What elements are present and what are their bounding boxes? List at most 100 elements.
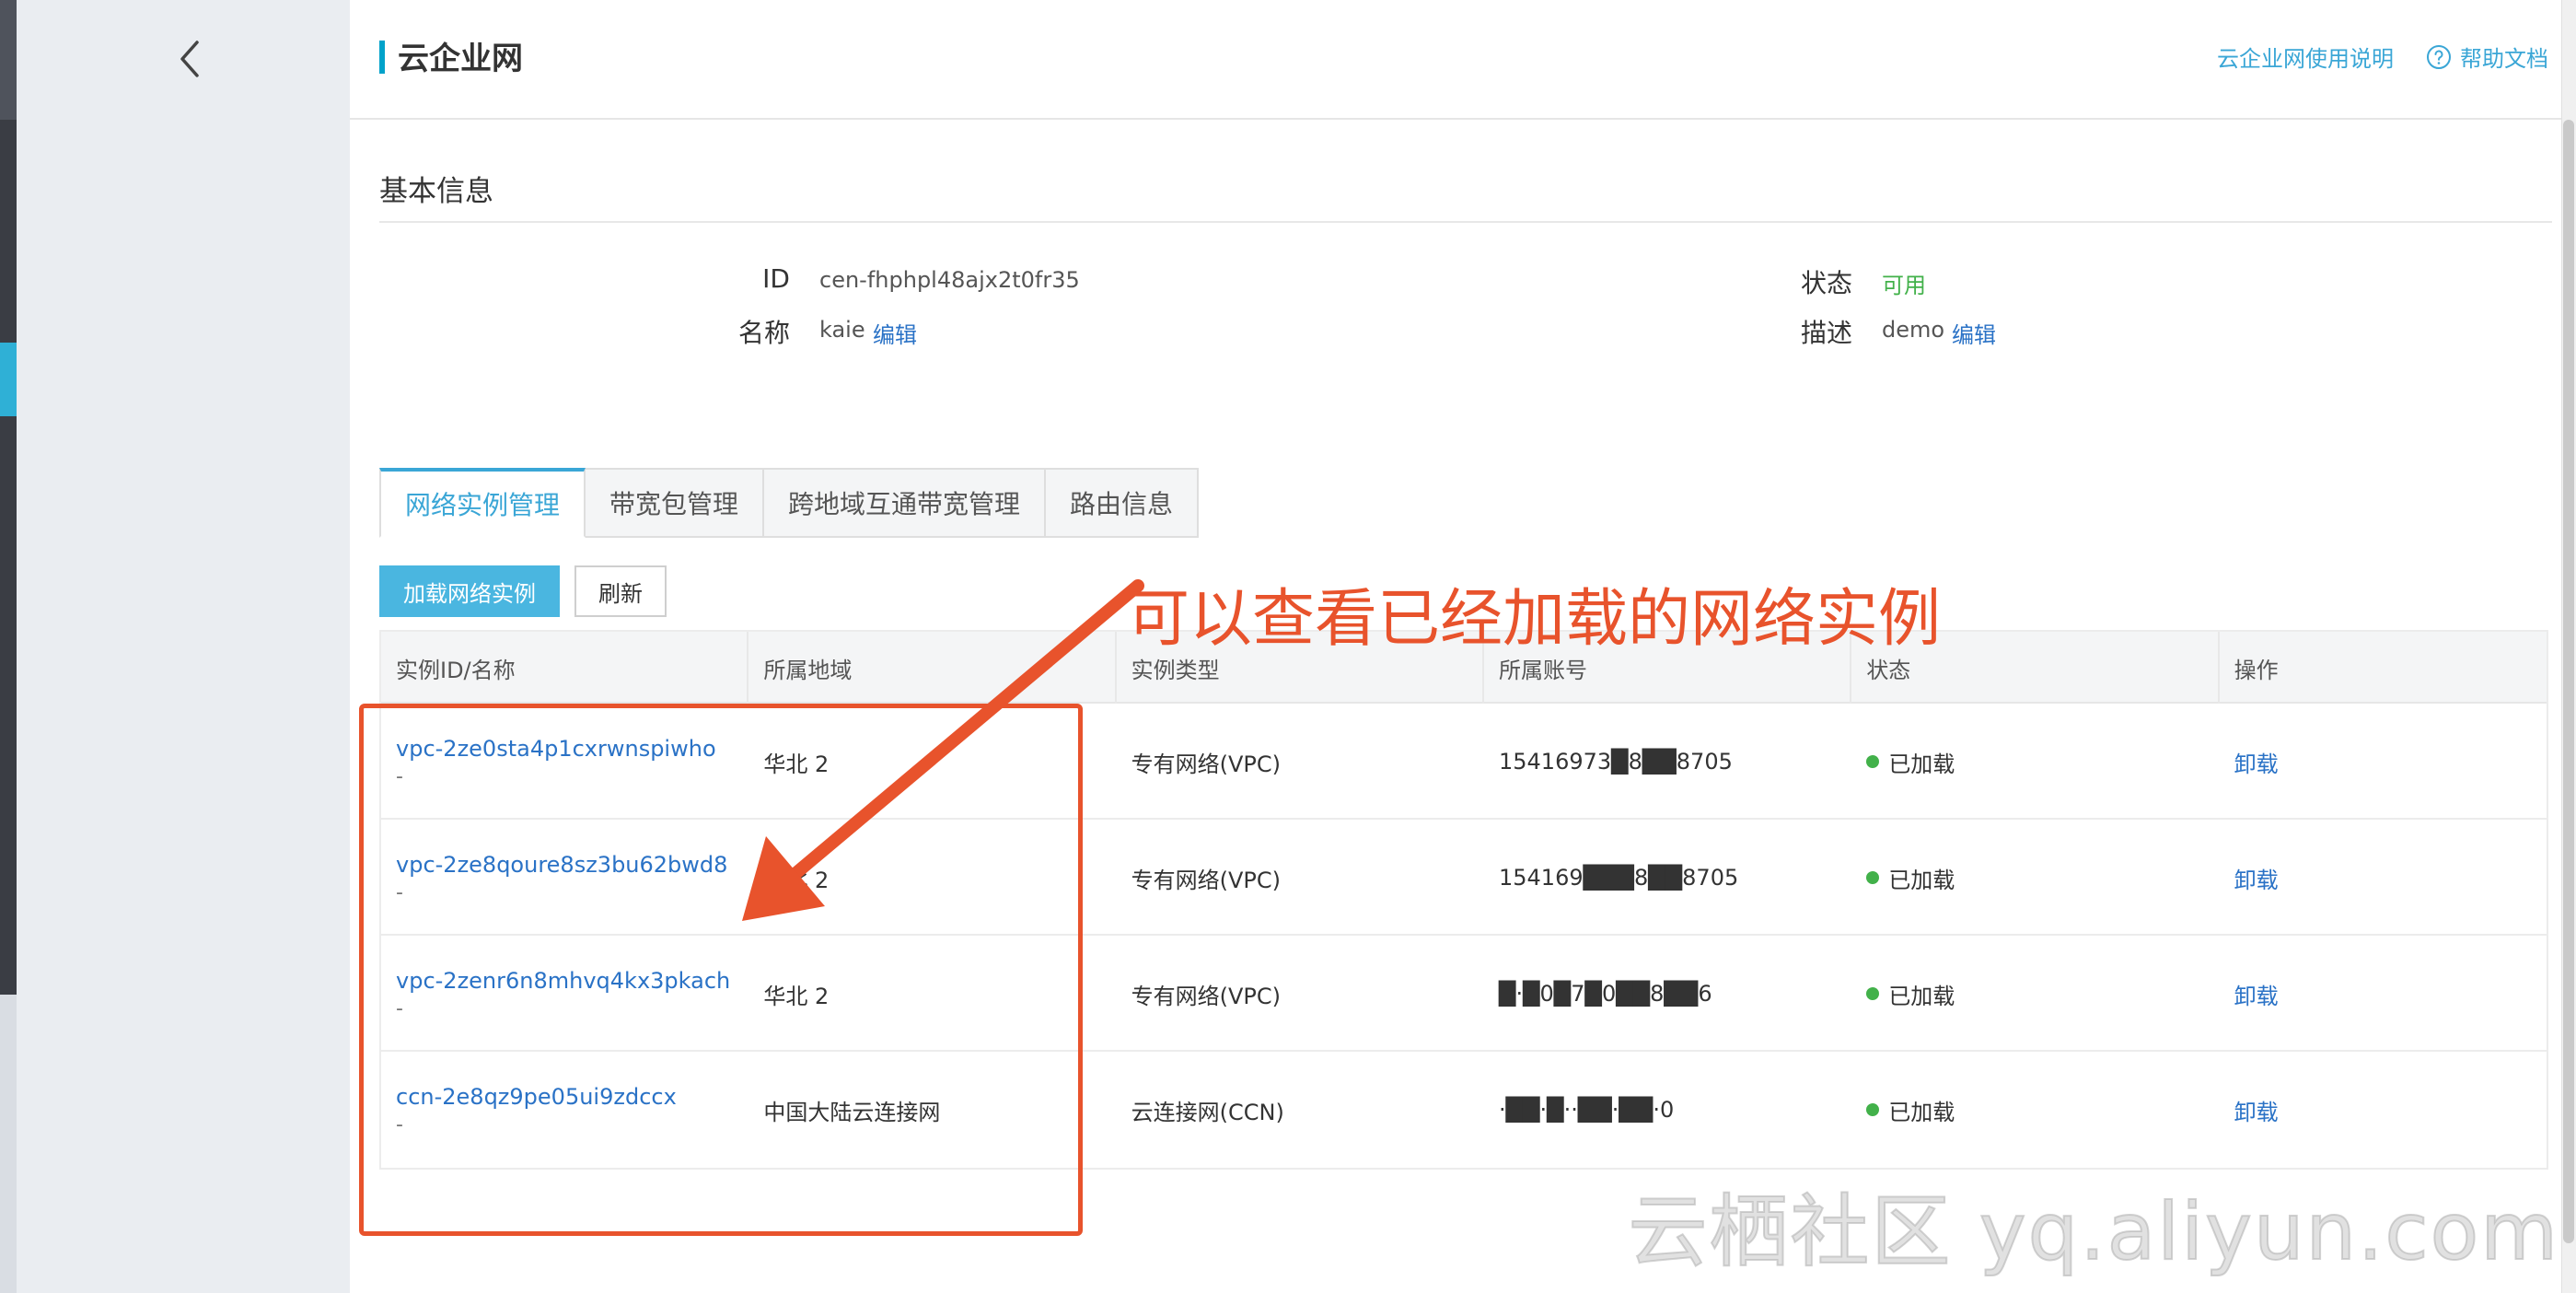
column-header-actions: 操作 [2234, 657, 2279, 683]
name-value: kaie [819, 317, 865, 343]
account-value: 15416973█8██8705 [1498, 749, 1733, 775]
header-links: 云企业网使用说明 帮助文档 [2217, 41, 2548, 73]
status-cell: 已加载 [1851, 704, 2219, 820]
question-circle-icon [2427, 44, 2451, 69]
tab-cross-region-bandwidth[interactable]: 跨地域互通带宽管理 [764, 468, 1047, 538]
name-label: 名称 [737, 318, 790, 348]
account-value: ·██·█··██·██·0 [1498, 1097, 1675, 1123]
region-cell: 中国大陆云连接网 [763, 1099, 941, 1125]
tab-bar: 网络实例管理 带宽包管理 跨地域互通带宽管理 路由信息 [379, 468, 1200, 538]
table-row: vpc-2ze8qoure8sz3bu62bwd8 - 华北 2 专有网络(VP… [381, 820, 2547, 936]
page-scrollbar[interactable] [2561, 0, 2576, 1293]
status-text: 已加载 [1888, 867, 1955, 893]
title-accent-bar [379, 41, 385, 74]
type-cell: 专有网络(VPC) [1131, 751, 1282, 777]
load-instance-button[interactable]: 加载网络实例 [379, 565, 560, 617]
page-header: 云企业网 云企业网使用说明 帮助文档 [350, 0, 2576, 120]
account-cell: 154169███8██8705 [1484, 820, 1851, 936]
annotation-text: 可以查看已经加载的网络实例 [1127, 583, 1942, 656]
status-value: 可用 [1882, 273, 1926, 298]
instance-id-link[interactable]: ccn-2e8qz9pe05ui9zdccx [396, 1084, 748, 1110]
help-doc-label: 帮助文档 [2460, 46, 2548, 72]
scrollbar-thumb[interactable] [2563, 120, 2574, 1243]
instance-name: - [396, 1112, 403, 1136]
status-indicator: 已加载 [1866, 862, 2219, 894]
action-cell: 卸载 [2220, 704, 2547, 820]
main-content: 基本信息 ID cen-fhphpl48ajx2t0fr35 名称 kaie 编… [379, 120, 2552, 1293]
help-doc-link[interactable]: 帮助文档 [2425, 41, 2548, 73]
instance-cell: vpc-2ze8qoure8sz3bu62bwd8 - [381, 820, 748, 936]
table-row: vpc-2ze0sta4p1cxrwnspiwho - 华北 2 专有网络(VP… [381, 704, 2547, 820]
instance-cell: vpc-2zenr6n8mhvq4kx3pkach - [381, 936, 748, 1052]
unload-link[interactable]: 卸载 [2234, 978, 2547, 1010]
desc-label: 描述 [1800, 318, 1852, 348]
region-cell: 华北 2 [763, 751, 830, 777]
id-label: ID [762, 263, 790, 294]
instance-id-link[interactable]: vpc-2zenr6n8mhvq4kx3pkach [396, 968, 748, 994]
section-divider [379, 221, 2552, 223]
account-value: 154169███8██8705 [1498, 865, 1739, 891]
action-cell: 卸载 [2220, 936, 2547, 1052]
chevron-left-icon [180, 41, 199, 77]
status-cell: 已加载 [1851, 820, 2219, 936]
column-header-instance: 实例ID/名称 [381, 632, 749, 704]
status-text: 已加载 [1888, 1099, 1955, 1125]
edit-name-link[interactable]: 编辑 [873, 317, 917, 349]
id-value: cen-fhphpl48ajx2t0fr35 [819, 267, 1080, 293]
desc-value: demo [1882, 317, 1945, 343]
account-value: █·█0█7█0██8██6 [1498, 981, 1712, 1007]
back-button[interactable] [164, 31, 219, 87]
instance-id-link[interactable]: vpc-2ze8qoure8sz3bu62bwd8 [396, 852, 748, 878]
unload-link[interactable]: 卸载 [2234, 862, 2547, 894]
global-nav-top [0, 0, 17, 120]
instance-name: - [396, 764, 403, 788]
basic-info-title: 基本信息 [379, 175, 493, 208]
unload-link[interactable]: 卸载 [2234, 746, 2547, 778]
instance-cell: vpc-2ze0sta4p1cxrwnspiwho - [381, 704, 748, 820]
watermark-text: 云栖社区 yq.aliyun.com [1627, 1185, 2559, 1279]
region-cell: 华北 2 [763, 983, 830, 1009]
side-panel [17, 0, 350, 1293]
status-indicator: 已加载 [1866, 978, 2219, 1010]
account-cell: █·█0█7█0██8██6 [1484, 936, 1851, 1052]
account-cell: 15416973█8██8705 [1484, 704, 1851, 820]
global-nav-bottom [0, 995, 17, 1293]
global-nav-strip [0, 0, 17, 1293]
status-dot-icon [1866, 755, 1880, 768]
page-title: 云企业网 [398, 41, 523, 77]
status-label: 状态 [1800, 268, 1852, 298]
status-indicator: 已加载 [1866, 746, 2219, 778]
refresh-button[interactable]: 刷新 [574, 565, 667, 617]
type-cell: 专有网络(VPC) [1131, 867, 1282, 893]
instances-table: 实例ID/名称 所属地域 实例类型 所属账号 状态 操作 vpc-2ze0sta… [379, 630, 2548, 1170]
instance-name: - [396, 880, 403, 904]
instance-cell: ccn-2e8qz9pe05ui9zdccx - [381, 1052, 748, 1168]
action-cell: 卸载 [2220, 1052, 2547, 1168]
type-cell: 专有网络(VPC) [1131, 983, 1282, 1009]
unload-link[interactable]: 卸载 [2234, 1094, 2547, 1126]
instance-id-link[interactable]: vpc-2ze0sta4p1cxrwnspiwho [396, 736, 748, 762]
status-cell: 已加载 [1851, 1052, 2219, 1168]
status-text: 已加载 [1888, 983, 1955, 1009]
action-cell: 卸载 [2220, 820, 2547, 936]
status-dot-icon [1866, 871, 1880, 884]
tab-route-info[interactable]: 路由信息 [1046, 468, 1200, 538]
status-indicator: 已加载 [1866, 1094, 2219, 1126]
tab-network-instances[interactable]: 网络实例管理 [379, 468, 586, 538]
status-dot-icon [1866, 987, 1880, 1000]
region-cell: 华北 2 [763, 867, 830, 893]
tab-bandwidth-packages[interactable]: 带宽包管理 [586, 468, 765, 538]
table-row: vpc-2zenr6n8mhvq4kx3pkach - 华北 2 专有网络(VP… [381, 936, 2547, 1052]
usage-doc-link[interactable]: 云企业网使用说明 [2217, 41, 2394, 73]
edit-desc-link[interactable]: 编辑 [1952, 317, 1996, 349]
instance-name: - [396, 996, 403, 1020]
table-row: ccn-2e8qz9pe05ui9zdccx - 中国大陆云连接网 云连接网(C… [381, 1052, 2547, 1168]
status-cell: 已加载 [1851, 936, 2219, 1052]
column-header-region: 所属地域 [748, 632, 1117, 704]
type-cell: 云连接网(CCN) [1131, 1099, 1284, 1125]
status-text: 已加载 [1888, 751, 1955, 777]
status-dot-icon [1866, 1103, 1880, 1116]
account-cell: ·██·█··██·██·0 [1484, 1052, 1851, 1168]
global-nav-active-indicator [0, 343, 17, 416]
app-window: 云企业网 云企业网使用说明 帮助文档 基本信息 ID cen-fhphpl48a… [0, 0, 2576, 1293]
